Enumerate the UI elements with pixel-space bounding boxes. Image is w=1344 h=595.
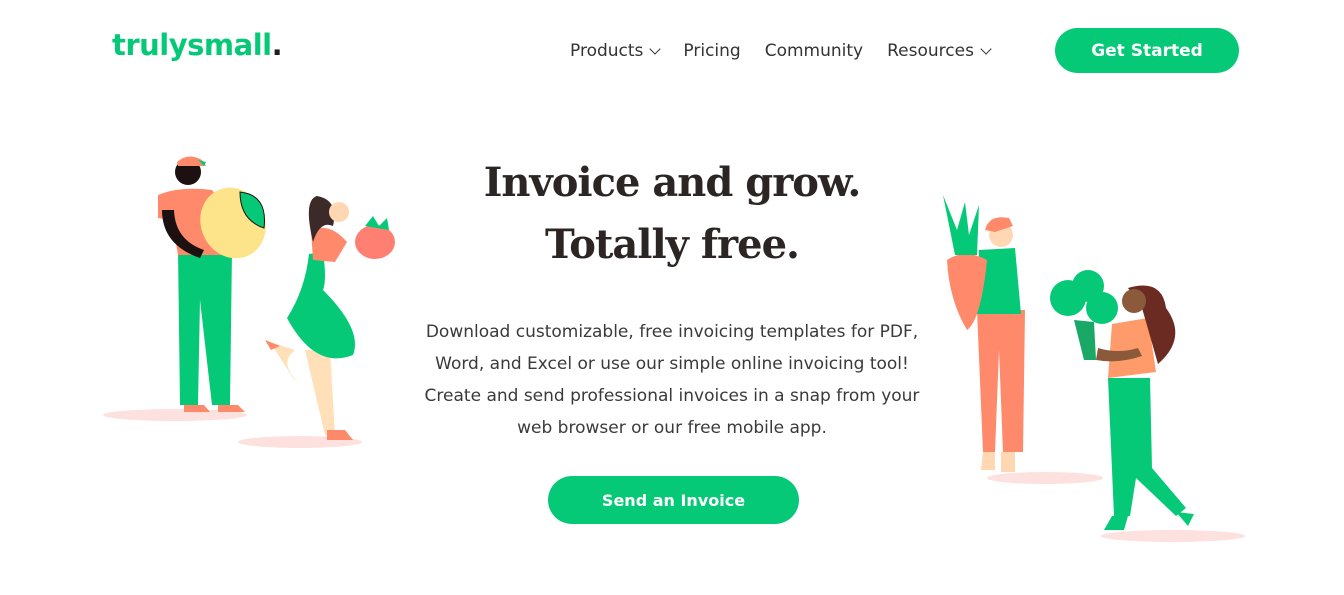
pants xyxy=(178,250,232,405)
head xyxy=(1122,289,1146,313)
nav-pricing-label: Pricing xyxy=(683,41,741,61)
standing-leg xyxy=(305,350,335,435)
nav-resources-label: Resources xyxy=(887,41,974,61)
get-started-button[interactable]: Get Started xyxy=(1055,28,1239,73)
nav-community[interactable]: Community xyxy=(765,41,863,61)
pants xyxy=(1108,378,1186,516)
woman-with-strawberry-illustration xyxy=(238,196,395,448)
leg xyxy=(981,452,995,470)
strawberry xyxy=(355,225,395,259)
nav-products-label: Products xyxy=(570,41,644,61)
chevron-down-icon xyxy=(649,42,662,55)
woman-with-broccoli-illustration xyxy=(1050,270,1245,542)
ground-shadow xyxy=(1101,530,1245,542)
nav-products[interactable]: Products xyxy=(570,41,662,61)
pants xyxy=(977,310,1025,452)
leg-2 xyxy=(1001,452,1015,472)
raised-leg xyxy=(270,342,307,390)
shoe xyxy=(1104,516,1128,530)
chevron-down-icon xyxy=(980,42,992,55)
dress xyxy=(287,252,355,359)
logo-dot: . xyxy=(271,28,283,62)
broccoli-floret-2 xyxy=(1086,292,1118,324)
head xyxy=(329,202,349,222)
logo[interactable]: trulysmall. xyxy=(112,27,283,63)
main-nav: Products Pricing Community Resources xyxy=(570,36,1014,66)
nav-resources[interactable]: Resources xyxy=(887,41,992,61)
broccoli-stem xyxy=(1074,320,1096,360)
send-invoice-button[interactable]: Send an Invoice xyxy=(548,476,799,524)
left-shoe xyxy=(184,405,210,412)
carrot-leaves xyxy=(943,195,979,255)
nav-community-label: Community xyxy=(764,41,864,61)
hero-description: Download customizable, free invoicing te… xyxy=(424,322,920,438)
logo-text: trulysmall xyxy=(112,28,272,62)
shoe xyxy=(327,430,353,440)
nav-pricing[interactable]: Pricing xyxy=(683,41,740,61)
shoe-2 xyxy=(1176,512,1194,526)
